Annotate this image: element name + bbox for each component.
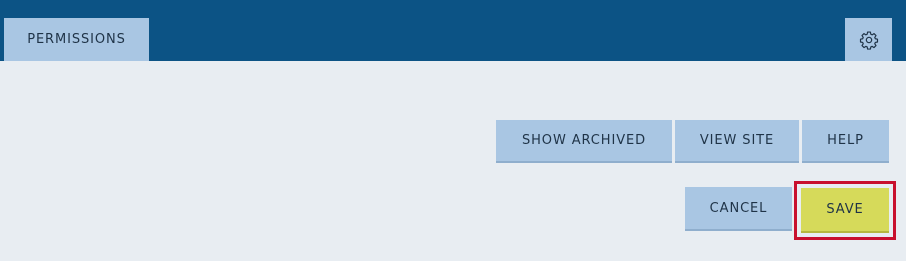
cancel-button[interactable]: CANCEL (685, 187, 792, 231)
help-button[interactable]: HELP (802, 120, 889, 163)
settings-button[interactable] (845, 18, 892, 61)
view-site-button[interactable]: VIEW SITE (675, 120, 799, 163)
top-navigation-bar: PERMISSIONS (0, 0, 906, 61)
show-archived-button[interactable]: SHOW ARCHIVED (496, 120, 672, 163)
tab-permissions[interactable]: PERMISSIONS (4, 18, 149, 61)
save-button-highlight: SAVE (794, 181, 896, 240)
gear-icon (859, 31, 878, 50)
save-button[interactable]: SAVE (801, 188, 889, 233)
